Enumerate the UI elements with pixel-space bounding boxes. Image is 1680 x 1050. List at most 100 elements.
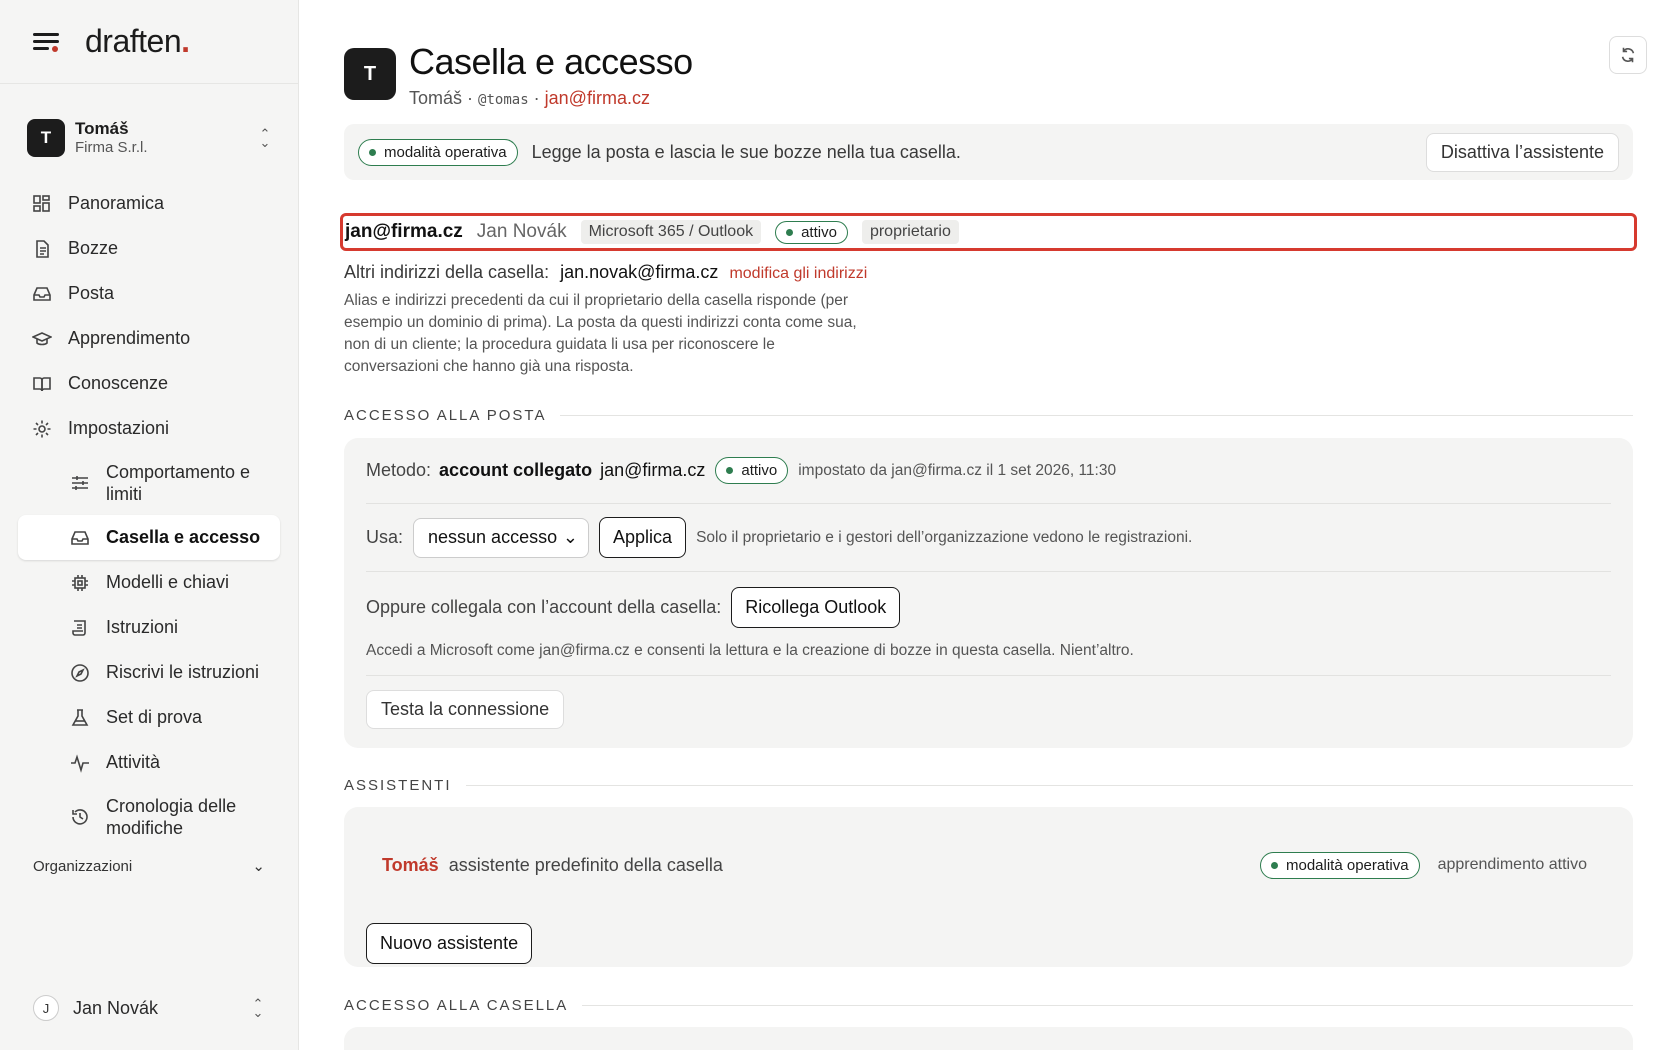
sidebar-item-panoramica[interactable]: Panoramica bbox=[18, 181, 280, 226]
method-status-badge: attivo bbox=[715, 457, 789, 484]
new-assistant-row: Nuovo assistente bbox=[366, 922, 1611, 964]
gear-icon bbox=[32, 419, 52, 439]
role-tag: proprietario bbox=[861, 220, 959, 244]
header-email: jan@firma.cz bbox=[544, 88, 650, 108]
flask-icon bbox=[70, 708, 90, 728]
chevron-updown-icon: ⌃ ⌄ bbox=[252, 996, 264, 1020]
assistant-name: Tomáš bbox=[382, 854, 439, 875]
logo: draften. bbox=[85, 23, 190, 59]
mailbox-access-card bbox=[344, 1027, 1633, 1050]
sidebar-item-casella-e-accesso[interactable]: Casella e accesso bbox=[18, 515, 280, 560]
account-avatar: T bbox=[27, 119, 65, 157]
mailbox-address: jan@firma.cz bbox=[345, 221, 463, 242]
relink-row: Oppure collegala con l’account della cas… bbox=[366, 572, 1611, 642]
handle: @tomas bbox=[478, 92, 529, 108]
chip-icon bbox=[70, 573, 90, 593]
organizations-toggle[interactable]: Organizzazioni ⌄ bbox=[33, 857, 265, 876]
account-org: Firma S.r.l. bbox=[75, 139, 148, 157]
account-name: Tomáš bbox=[75, 119, 129, 138]
sidebar-item-set-di-prova[interactable]: Set di prova bbox=[18, 695, 280, 740]
mode-badge: modalità operativa bbox=[358, 138, 518, 166]
status-dot-icon bbox=[726, 467, 734, 474]
chevron-updown-icon: ⌃ ⌄ bbox=[259, 126, 271, 150]
sidebar-item-modelli-e-chiavi[interactable]: Modelli e chiavi bbox=[18, 560, 280, 605]
sidebar-item-posta[interactable]: Posta bbox=[18, 271, 280, 316]
sidebar-item-apprendimento[interactable]: Apprendimento bbox=[18, 316, 280, 361]
graduation-cap-icon bbox=[32, 329, 52, 349]
brand-bar: draften. bbox=[0, 0, 298, 84]
chevron-down-icon: ⌄ bbox=[562, 527, 579, 547]
sidebar-item-impostazioni[interactable]: Impostazioni bbox=[18, 406, 280, 451]
sidebar-item-cronologia[interactable]: Cronologia delle modifiche bbox=[18, 785, 280, 849]
sidebar-item-istruzioni[interactable]: Istruzioni bbox=[18, 605, 280, 650]
inbox-icon bbox=[32, 284, 52, 304]
test-row: Testa la connessione bbox=[366, 676, 1611, 742]
section-mail-access: ACCESSO ALLA POSTA bbox=[344, 407, 1633, 424]
activity-icon bbox=[70, 753, 90, 773]
sidebar-item-riscrivi-istruzioni[interactable]: Riscrivi le istruzioni bbox=[18, 650, 280, 695]
sidebar-item-conoscenze[interactable]: Conoscenze bbox=[18, 361, 280, 406]
new-assistant-button[interactable]: Nuovo assistente bbox=[366, 922, 533, 964]
status-dot-icon bbox=[786, 228, 794, 236]
deactivate-assistant-button[interactable]: Disattiva l’assistente bbox=[1425, 132, 1619, 172]
page-header: T Casella e accesso Tomáš · @tomas · jan… bbox=[344, 40, 693, 109]
assistant-description: assistente predefinito della casella bbox=[448, 854, 723, 875]
document-icon bbox=[32, 239, 52, 259]
inbox-icon bbox=[70, 528, 90, 548]
aliases-value: jan.novak@firma.cz bbox=[560, 262, 719, 282]
assistant-learning: apprendimento attivo bbox=[1437, 856, 1587, 873]
apply-button[interactable]: Applica bbox=[599, 517, 687, 558]
sliders-icon bbox=[70, 473, 90, 493]
sidebar: draften. T Tomáš Firma S.r.l. ⌃ ⌄ Panoram… bbox=[0, 0, 299, 1050]
page-title: Casella e accesso bbox=[409, 41, 693, 82]
assistants-card: Tomáš assistente predefinito della casel… bbox=[344, 807, 1633, 967]
user-name: Jan Novák bbox=[73, 997, 159, 1018]
relink-note: Accedi a Microsoft come jan@firma.cz e c… bbox=[366, 642, 1134, 659]
aliases-line: Altri indirizzi della casella: jan.novak… bbox=[344, 262, 868, 282]
refresh-button[interactable] bbox=[1609, 36, 1647, 74]
sidebar-item-bozze[interactable]: Bozze bbox=[18, 226, 280, 271]
status-dot-icon bbox=[369, 148, 376, 156]
scroll-icon bbox=[70, 618, 90, 638]
mail-access-card: Metodo: account collegato jan@firma.cz a… bbox=[344, 438, 1633, 748]
use-note: Solo il proprietario e i gestori dell’or… bbox=[696, 528, 1193, 546]
chevron-down-icon: ⌄ bbox=[252, 858, 265, 875]
user-menu[interactable]: J Jan Novák ⌃ ⌄ bbox=[33, 991, 265, 1025]
mode-description: Legge la posta e lascia le sue bozze nel… bbox=[531, 141, 961, 162]
history-icon bbox=[70, 807, 90, 827]
refresh-icon bbox=[1621, 47, 1635, 63]
book-icon bbox=[32, 374, 52, 394]
aliases-help: Alias e indirizzi precedenti da cui il p… bbox=[344, 292, 857, 375]
method-account: jan@firma.cz bbox=[600, 460, 706, 480]
test-connection-button[interactable]: Testa la connessione bbox=[366, 689, 565, 729]
main-content: T Casella e accesso Tomáš · @tomas · jan… bbox=[299, 0, 1680, 1050]
mailbox-owner: Jan Novák bbox=[476, 221, 567, 242]
use-row: Usa: nessun accesso ⌄ Applica Solo il pro… bbox=[366, 504, 1611, 572]
status-dot-icon bbox=[1270, 861, 1278, 869]
mode-bar: modalità operativa Legge la posta e lasc… bbox=[344, 124, 1633, 180]
compass-icon bbox=[70, 663, 90, 683]
sidebar-nav: Panoramica Bozze Posta Apprendimento Con… bbox=[18, 181, 280, 849]
relink-outlook-button[interactable]: Ricollega Outlook bbox=[731, 586, 901, 628]
access-select[interactable]: nessun accesso ⌄ bbox=[413, 517, 590, 558]
page-subtitle: Tomáš · @tomas · jan@firma.cz bbox=[409, 88, 650, 108]
relink-note-row: Accedi a Microsoft come jan@firma.cz e c… bbox=[366, 642, 1611, 676]
menu-icon[interactable] bbox=[33, 31, 59, 53]
account-switcher[interactable]: T Tomáš Firma S.r.l. ⌃ ⌄ bbox=[27, 113, 272, 163]
mailbox-row: jan@firma.cz Jan Novák Microsoft 365 / O… bbox=[340, 213, 1637, 251]
sidebar-item-attivita[interactable]: Attività bbox=[18, 740, 280, 785]
assistant-avatar: T bbox=[344, 48, 396, 100]
sidebar-item-comportamento[interactable]: Comportamento e limiti bbox=[18, 451, 280, 515]
section-mailbox-access: ACCESSO ALLA CASELLA bbox=[344, 997, 1633, 1014]
grid-icon bbox=[32, 194, 52, 214]
provider-tag: Microsoft 365 / Outlook bbox=[580, 220, 762, 244]
method-info: impostato da jan@firma.cz il 1 set 2026,… bbox=[798, 461, 1117, 479]
assistant-mode-badge: modalità operativa bbox=[1259, 851, 1420, 879]
method-value: account collegato bbox=[439, 460, 593, 480]
section-assistants: ASSISTENTI bbox=[344, 777, 1633, 794]
user-avatar: J bbox=[33, 995, 59, 1021]
mailbox-status-badge: attivo bbox=[775, 220, 848, 244]
edit-aliases-link[interactable]: modifica gli indirizzi bbox=[729, 265, 867, 282]
assistant-row[interactable]: Tomáš assistente predefinito della casel… bbox=[382, 807, 1587, 923]
settings-subnav: Comportamento e limiti Casella e accesso… bbox=[18, 451, 280, 849]
